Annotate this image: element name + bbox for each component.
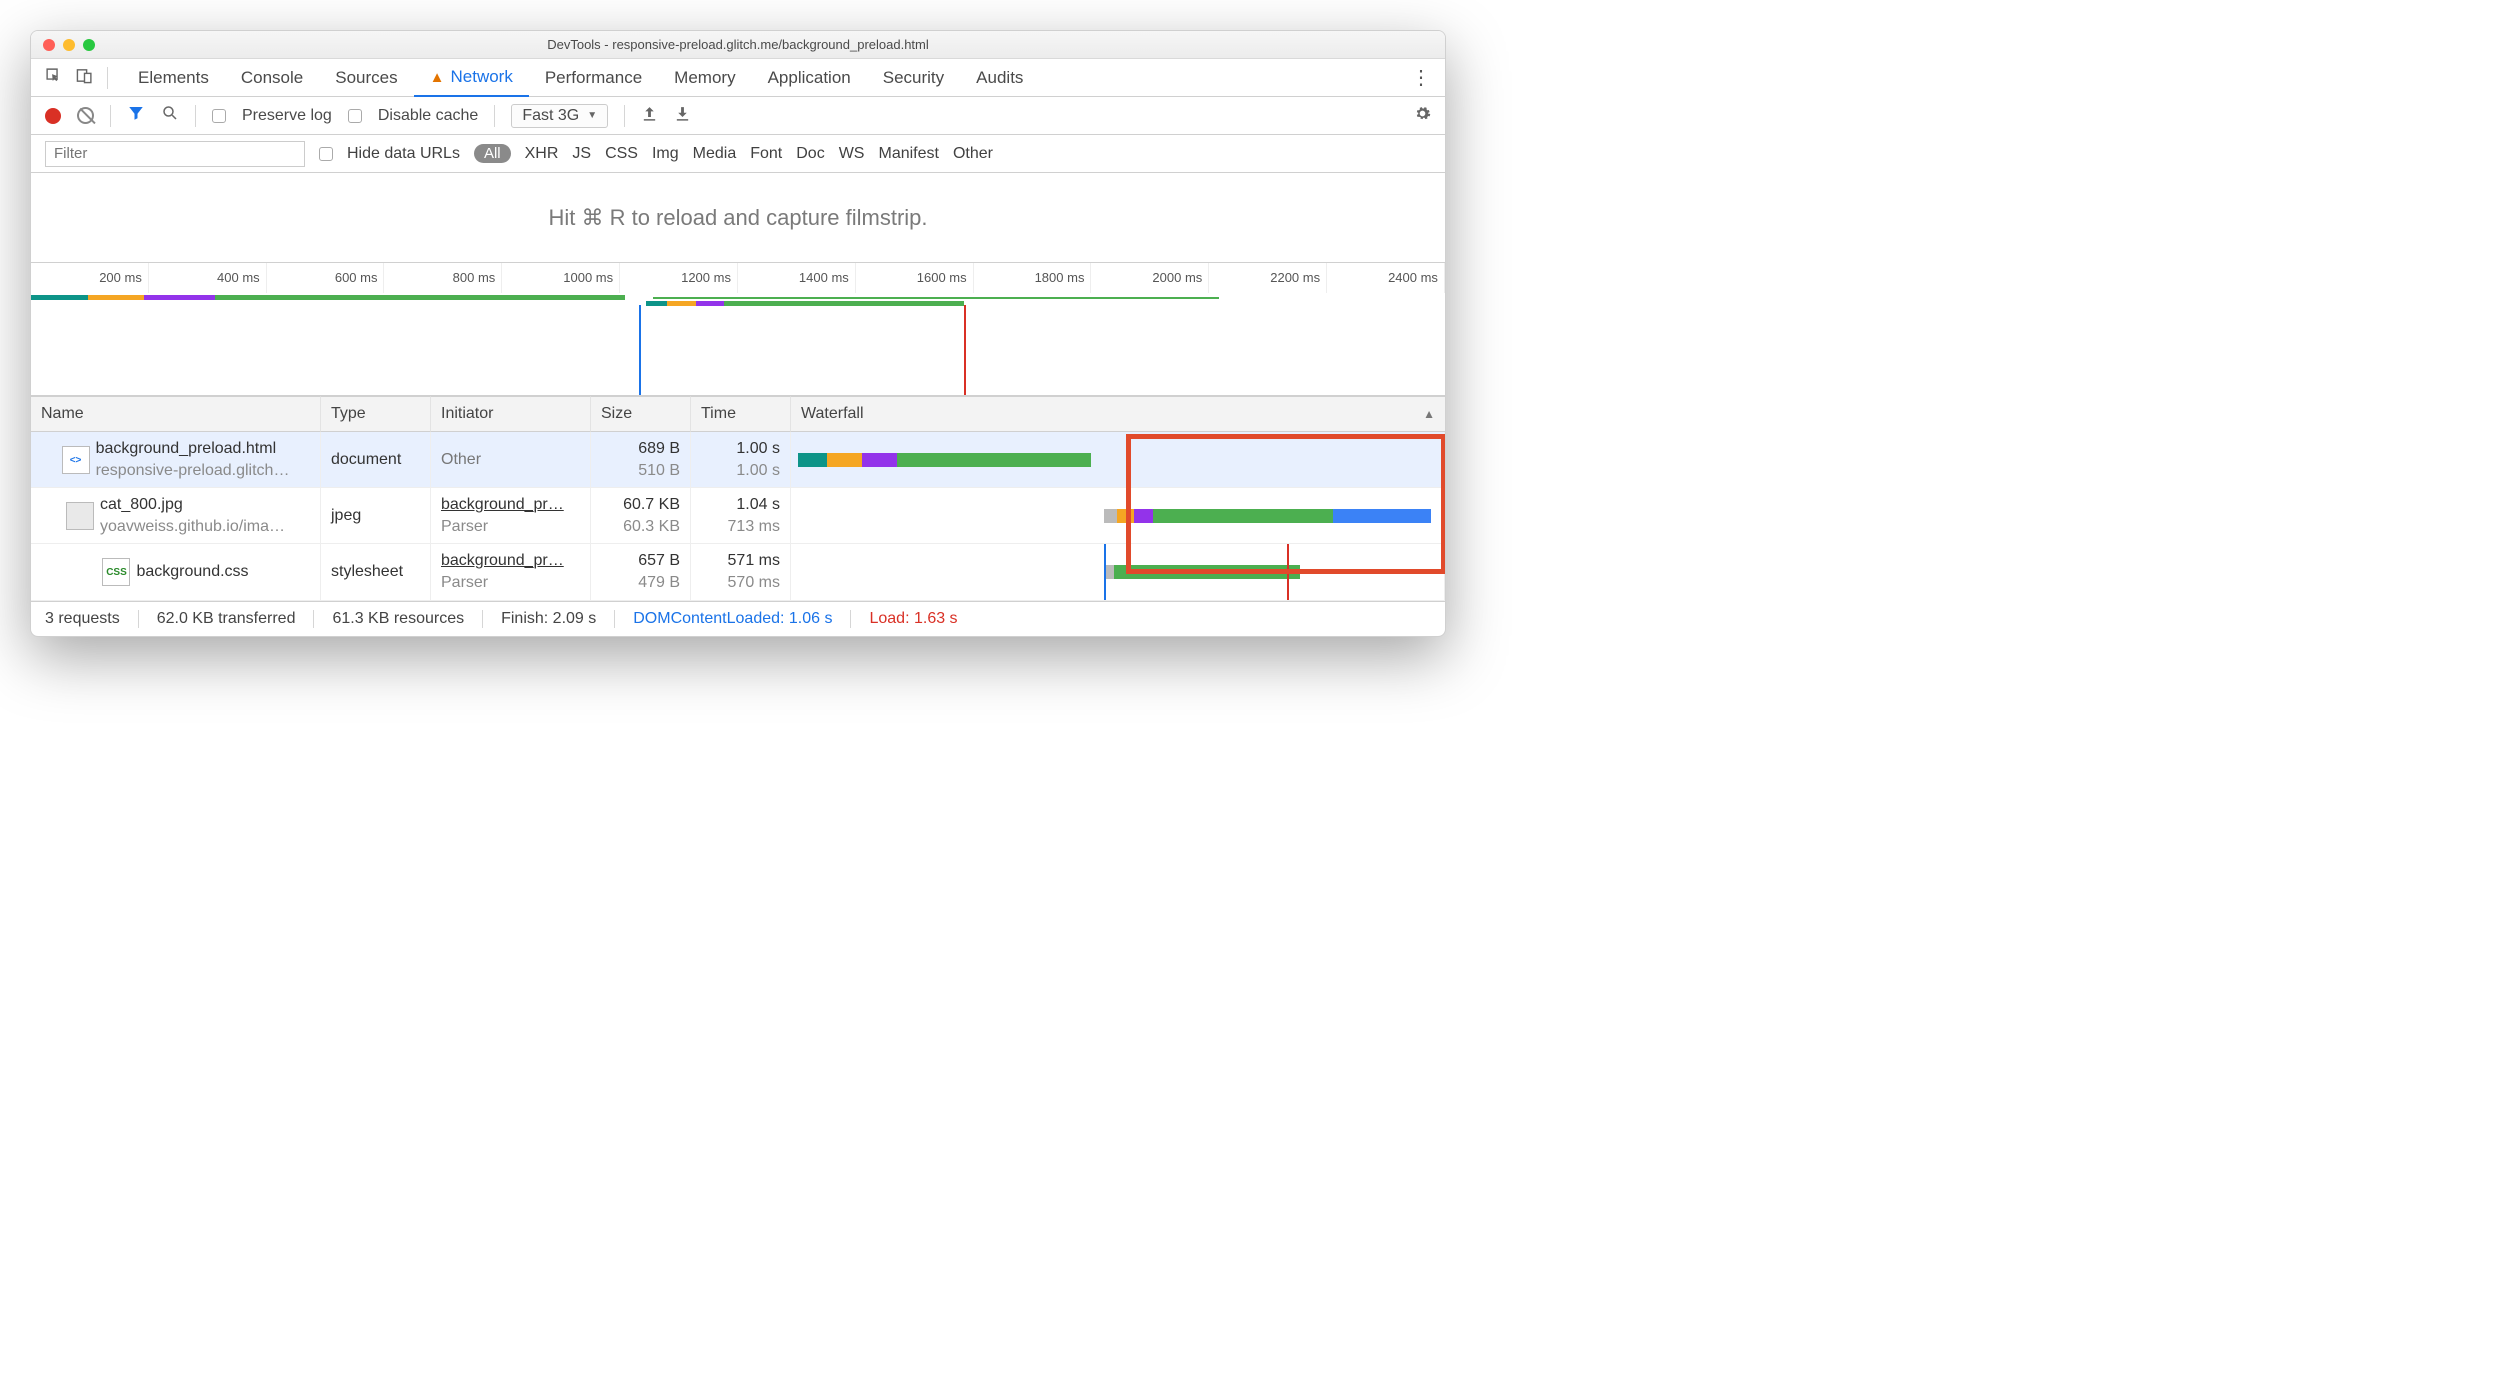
- network-toolbar: Preserve log Disable cache Fast 3G ▼: [31, 97, 1445, 135]
- load-marker: [964, 305, 966, 395]
- filter-bar: Hide data URLs All XHR JS CSS Img Media …: [31, 135, 1445, 173]
- status-resources: 61.3 KB resources: [332, 610, 464, 628]
- col-size[interactable]: Size: [591, 396, 691, 432]
- html-file-icon: <>: [62, 446, 90, 474]
- overview-bars: [31, 293, 1445, 305]
- overview-lanes: [31, 305, 1445, 395]
- throttling-select[interactable]: Fast 3G ▼: [511, 104, 608, 128]
- waterfall-bar: [791, 488, 1445, 544]
- filter-css[interactable]: CSS: [605, 145, 638, 163]
- inspect-icon[interactable]: [45, 67, 62, 89]
- window-title: DevTools - responsive-preload.glitch.me/…: [31, 37, 1445, 52]
- filter-toggle-icon[interactable]: [127, 104, 145, 127]
- minimize-icon[interactable]: [63, 39, 75, 51]
- status-load: Load: 1.63 s: [869, 610, 957, 628]
- tab-elements[interactable]: Elements: [122, 59, 225, 96]
- tab-sources[interactable]: Sources: [319, 59, 413, 96]
- tab-audits[interactable]: Audits: [960, 59, 1039, 96]
- overview-timeline[interactable]: 200 ms400 ms600 ms800 ms1000 ms1200 ms14…: [31, 263, 1445, 396]
- titlebar: DevTools - responsive-preload.glitch.me/…: [31, 31, 1445, 59]
- col-type[interactable]: Type: [321, 396, 431, 432]
- col-name[interactable]: Name: [31, 396, 321, 432]
- tab-application[interactable]: Application: [752, 59, 867, 96]
- filter-font[interactable]: Font: [750, 145, 782, 163]
- filter-xhr[interactable]: XHR: [525, 145, 559, 163]
- clear-button[interactable]: [77, 107, 94, 124]
- upload-icon[interactable]: [641, 105, 658, 127]
- hide-data-urls-checkbox[interactable]: [319, 147, 333, 161]
- preserve-log-label: Preserve log: [242, 107, 332, 125]
- request-table: Name Type Initiator Size Time Waterfall▲…: [31, 396, 1445, 601]
- filter-all[interactable]: All: [474, 144, 511, 163]
- filter-other[interactable]: Other: [953, 145, 993, 163]
- dcl-marker: [639, 305, 641, 395]
- status-dcl: DOMContentLoaded: 1.06 s: [633, 610, 832, 628]
- tab-console[interactable]: Console: [225, 59, 319, 96]
- warning-icon: ▲: [430, 69, 445, 86]
- waterfall-bar: [791, 544, 1445, 600]
- record-button[interactable]: [45, 108, 61, 124]
- tab-memory[interactable]: Memory: [658, 59, 751, 96]
- throttling-value: Fast 3G: [522, 107, 579, 125]
- filter-media[interactable]: Media: [693, 145, 737, 163]
- settings-icon[interactable]: [1414, 105, 1431, 127]
- filter-doc[interactable]: Doc: [796, 145, 824, 163]
- status-requests: 3 requests: [45, 610, 120, 628]
- col-waterfall[interactable]: Waterfall▲: [791, 396, 1445, 432]
- tab-security[interactable]: Security: [867, 59, 960, 96]
- filter-ws[interactable]: WS: [839, 145, 865, 163]
- close-icon[interactable]: [43, 39, 55, 51]
- device-toggle-icon[interactable]: [76, 67, 93, 89]
- filmstrip-hint: Hit ⌘ R to reload and capture filmstrip.: [31, 173, 1445, 263]
- status-finish: Finish: 2.09 s: [501, 610, 596, 628]
- tab-performance[interactable]: Performance: [529, 59, 658, 96]
- status-transferred: 62.0 KB transferred: [157, 610, 296, 628]
- col-time[interactable]: Time: [691, 396, 791, 432]
- sort-icon: ▲: [1423, 407, 1435, 421]
- more-menu-icon[interactable]: ⋮: [1411, 65, 1431, 90]
- devtools-window: DevTools - responsive-preload.glitch.me/…: [30, 30, 1446, 637]
- timeline-ruler: 200 ms400 ms600 ms800 ms1000 ms1200 ms14…: [31, 263, 1445, 293]
- disable-cache-label: Disable cache: [378, 107, 479, 125]
- search-icon[interactable]: [161, 104, 179, 127]
- filter-input[interactable]: [45, 141, 305, 167]
- maximize-icon[interactable]: [83, 39, 95, 51]
- disable-cache-checkbox[interactable]: [348, 109, 362, 123]
- waterfall-bar: [791, 432, 1445, 488]
- chevron-down-icon: ▼: [587, 110, 597, 121]
- window-controls: [31, 39, 95, 51]
- col-initiator[interactable]: Initiator: [431, 396, 591, 432]
- filter-manifest[interactable]: Manifest: [878, 145, 938, 163]
- status-bar: 3 requests 62.0 KB transferred 61.3 KB r…: [31, 601, 1445, 636]
- preserve-log-checkbox[interactable]: [212, 109, 226, 123]
- css-file-icon: CSS: [102, 558, 130, 586]
- filter-img[interactable]: Img: [652, 145, 679, 163]
- tab-network[interactable]: ▲Network: [414, 60, 529, 97]
- hide-data-urls-label: Hide data URLs: [347, 145, 460, 163]
- download-icon[interactable]: [674, 105, 691, 127]
- filter-js[interactable]: JS: [572, 145, 591, 163]
- image-file-icon: [66, 502, 94, 530]
- main-tabs: Elements Console Sources ▲Network Perfor…: [31, 59, 1445, 97]
